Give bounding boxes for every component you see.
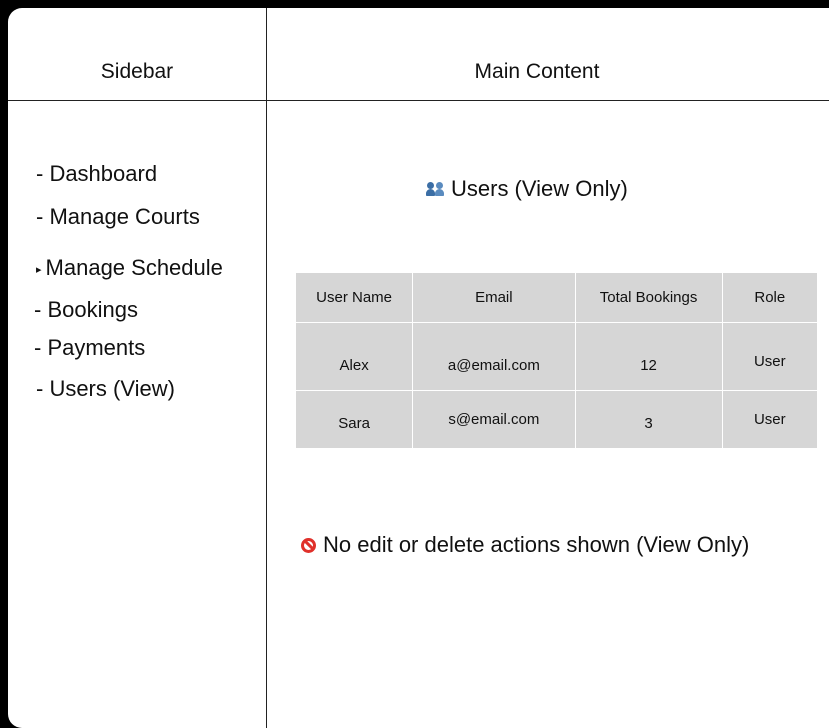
sidebar-item-dashboard[interactable]: - Dashboard [36, 161, 157, 187]
column-header-user-name: User Name [294, 272, 414, 323]
cell-email: a@email.com [412, 322, 576, 391]
sidebar-item-label: - Manage Courts [36, 204, 200, 229]
main-content-title: Main Content [474, 60, 600, 83]
cell-role: User [721, 322, 819, 391]
sidebar-divider [266, 8, 267, 728]
table-header-row: User Name Email Total Bookings Role [294, 272, 819, 323]
table-row: Sara s@email.com 3 User [294, 390, 819, 449]
prohibited-icon [301, 537, 316, 553]
page-heading-text: Users (View Only) [451, 176, 628, 201]
header-divider [8, 100, 829, 101]
cell-user-name: Sara [294, 390, 414, 449]
table-row: Alex a@email.com 12 User [294, 322, 819, 391]
sidebar-item-label: - Dashboard [36, 161, 158, 186]
sidebar-item-payments[interactable]: - Payments [34, 335, 145, 361]
column-header-role: Role [721, 272, 819, 323]
page-heading: Users (View Only) [425, 176, 628, 202]
sidebar-item-label: - Users (View) [36, 376, 175, 401]
column-header-total-bookings: Total Bookings [574, 272, 723, 323]
column-header-email: Email [412, 272, 576, 323]
view-only-notice: No edit or delete actions shown (View On… [301, 532, 749, 558]
users-table: User Name Email Total Bookings Role Alex… [294, 272, 819, 449]
cell-email: s@email.com [412, 390, 576, 449]
sidebar-item-label: Manage Schedule [45, 255, 223, 280]
sidebar-item-label: - Payments [34, 335, 146, 360]
triangle-right-icon: ▸ [36, 263, 42, 276]
cell-total-bookings: 3 [574, 390, 723, 449]
sidebar-item-manage-courts[interactable]: - Manage Courts [36, 204, 200, 230]
cell-user-name: Alex [294, 322, 414, 391]
cell-total-bookings: 12 [574, 322, 723, 391]
sidebar-title: Sidebar [100, 60, 174, 83]
sidebar-item-manage-schedule[interactable]: ▸ Manage Schedule [36, 255, 223, 281]
sidebar-item-users[interactable]: - Users (View) [36, 376, 175, 402]
view-only-notice-text: No edit or delete actions shown (View On… [323, 532, 750, 557]
users-icon [425, 181, 445, 197]
cell-role: User [721, 390, 819, 449]
sidebar-item-bookings[interactable]: - Bookings [34, 297, 138, 323]
sidebar-item-label: - Bookings [34, 297, 138, 322]
wireframe-canvas: Sidebar Main Content - Dashboard - Manag… [8, 8, 829, 728]
